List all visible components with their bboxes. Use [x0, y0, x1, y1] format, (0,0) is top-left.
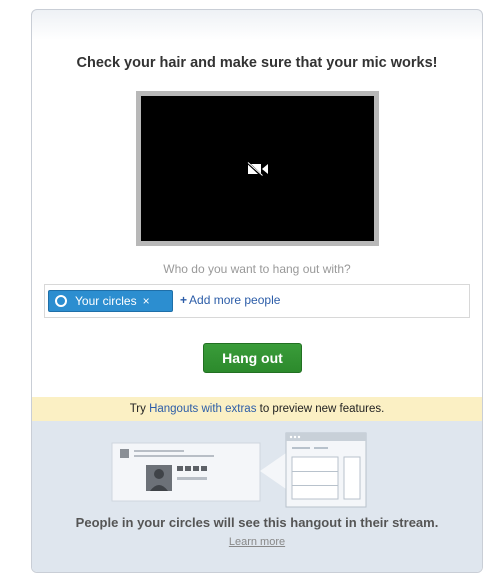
add-more-label: Add more people — [189, 293, 281, 307]
stream-notice: People in your circles will see this han… — [75, 515, 439, 530]
extras-prefix: Try — [129, 403, 150, 415]
headline: Check your hair and make sure that your … — [76, 55, 438, 71]
video-screen — [141, 96, 374, 241]
stream-info-area — [32, 421, 482, 572]
learn-more-link[interactable]: Learn more — [32, 536, 482, 548]
hangout-panel: Check your hair and make sure that your … — [31, 9, 483, 573]
camera-off-icon — [246, 161, 268, 176]
invite-question: Who do you want to hang out with? — [163, 262, 351, 276]
circle-icon — [55, 295, 67, 307]
people-input[interactable]: Your circles × + Add more people — [44, 284, 470, 318]
video-preview — [136, 91, 379, 246]
extras-suffix: to preview new features. — [256, 403, 385, 415]
add-more-people-link[interactable]: + Add more people — [180, 293, 280, 307]
hang-out-button[interactable]: Hang out — [203, 343, 302, 373]
plus-icon: + — [180, 293, 188, 307]
hangouts-extras-link[interactable]: Hangouts with extras — [149, 403, 256, 415]
circles-chip[interactable]: Your circles × — [48, 290, 173, 312]
remove-chip-icon[interactable]: × — [143, 294, 150, 308]
extras-notice: Try Hangouts with extras to preview new … — [32, 397, 482, 421]
chip-label: Your circles — [75, 294, 137, 308]
stream-illustration-icon — [111, 432, 367, 508]
